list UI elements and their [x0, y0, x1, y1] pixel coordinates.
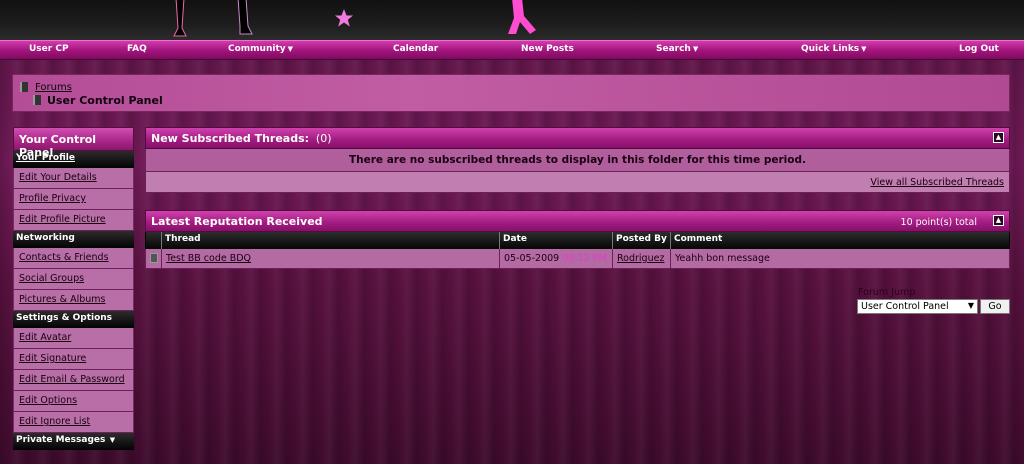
collapse-icon[interactable]: ▲ [993, 215, 1004, 226]
subscribed-threads-count: (0) [315, 132, 332, 145]
posted-by-cell: Rodriguez [613, 249, 671, 268]
nav-log-out[interactable]: Log Out [959, 44, 999, 54]
nav-community[interactable]: Community ▼ [228, 44, 293, 54]
go-button[interactable]: Go [980, 299, 1010, 314]
sidebar-item-contacts-friends[interactable]: Contacts & Friends [13, 248, 134, 269]
date-cell: 05-05-2009 09:12 PM [500, 249, 613, 268]
sidebar-item-edit-avatar[interactable]: Edit Avatar [13, 328, 134, 349]
reputation-header: Latest Reputation Received 10 point(s) t… [145, 210, 1010, 232]
column-posted-by: Posted By [613, 232, 671, 249]
sidebar-section-networking: Networking [13, 231, 134, 248]
sidebar-item-edit-options[interactable]: Edit Options [13, 391, 134, 412]
sidebar-item-social-groups[interactable]: Social Groups [13, 269, 134, 290]
column-comment: Comment [674, 234, 723, 244]
nav-calendar[interactable]: Calendar [393, 44, 438, 54]
silhouette-figure-pink [508, 0, 536, 34]
forum-folder-icon [33, 95, 41, 105]
chevron-down-icon: ▼ [861, 45, 867, 53]
sidebar-item-edit-email-password[interactable]: Edit Email & Password [13, 370, 134, 391]
subscribed-threads-footer: View all Subscribed Threads [145, 172, 1010, 193]
thread-link[interactable]: Test BB code BDQ [166, 253, 251, 264]
nav-quick-links[interactable]: Quick Links ▼ [801, 44, 867, 54]
column-date: Date [500, 232, 613, 249]
collapse-icon[interactable]: ▲ [993, 132, 1004, 143]
date-text: 05-05-2009 [504, 253, 560, 264]
view-all-subscribed-link[interactable]: View all Subscribed Threads [870, 177, 1004, 188]
nav-faq[interactable]: FAQ [127, 44, 147, 54]
silhouette-figure-left [173, 0, 187, 37]
reputation-table-header: Thread Date Posted By Comment [145, 232, 1010, 249]
chevron-down-icon: ▼ [287, 45, 294, 53]
forum-jump-selected: User Control Panel [861, 301, 949, 312]
subscribed-threads-panel: New Subscribed Threads: (0) ▲ There are … [145, 127, 1010, 193]
reputation-total: 10 point(s) total [900, 217, 977, 228]
subscribed-threads-header: New Subscribed Threads: (0) ▲ [145, 127, 1010, 149]
chevron-down-icon: ▼ [967, 301, 974, 310]
sidebar-section-private-messages[interactable]: Private Messages ▼ [13, 433, 134, 450]
sidebar-section-settings: Settings & Options [13, 311, 134, 328]
table-row: Test BB code BDQ 05-05-2009 09:12 PM Rod… [145, 249, 1010, 269]
page-title: User Control Panel [47, 94, 163, 107]
breadcrumb-forums-link[interactable]: Forums [35, 82, 72, 93]
sidebar-item-profile-privacy[interactable]: Profile Privacy [13, 189, 134, 210]
chevron-down-icon: ▼ [692, 45, 699, 53]
control-panel-sidebar: Your Control Panel Your Profile Edit You… [13, 127, 134, 450]
site-banner [0, 0, 1024, 40]
sidebar-item-edit-signature[interactable]: Edit Signature [13, 349, 134, 370]
reputation-icon-cell [146, 249, 162, 268]
forum-jump-label: Forum Jump [858, 287, 916, 298]
chevron-down-icon: ▼ [107, 436, 116, 444]
nav-search[interactable]: Search ▼ [656, 44, 698, 54]
posted-by-link[interactable]: Rodriguez [617, 253, 664, 264]
column-thread: Thread [162, 232, 500, 249]
reputation-title: Latest Reputation Received [151, 215, 323, 228]
thread-cell: Test BB code BDQ [162, 249, 500, 268]
sidebar-item-pictures-albums[interactable]: Pictures & Albums [13, 290, 134, 311]
sidebar-item-edit-details[interactable]: Edit Your Details [13, 168, 134, 189]
reputation-panel: Latest Reputation Received 10 point(s) t… [145, 210, 1010, 269]
sidebar-title: Your Control Panel [13, 127, 134, 159]
forum-folder-icon [20, 82, 28, 92]
star-icon [335, 9, 353, 27]
nav-user-cp[interactable]: User CP [29, 44, 69, 54]
nav-new-posts[interactable]: New Posts [521, 44, 574, 54]
sidebar-item-edit-profile-picture[interactable]: Edit Profile Picture [13, 210, 134, 231]
subscribed-threads-title: New Subscribed Threads: [151, 132, 310, 145]
time-text: 09:12 PM [562, 253, 607, 264]
empty-subscriptions-message: There are no subscribed threads to displ… [145, 149, 1010, 172]
icon-column-header [146, 232, 162, 249]
reputation-icon [150, 253, 158, 263]
sidebar-item-edit-ignore-list[interactable]: Edit Ignore List [13, 412, 134, 433]
silhouette-figure-middle [237, 0, 253, 35]
sidebar-section-your-profile[interactable]: Your Profile [13, 151, 134, 168]
forum-jump-select[interactable]: User Control Panel ▼ [857, 299, 978, 314]
navbar: User CP FAQ Community ▼ Calendar New Post… [0, 40, 1024, 60]
breadcrumb: Forums User Control Panel [12, 74, 1010, 112]
comment-cell: Yeahh bon message [675, 253, 770, 264]
